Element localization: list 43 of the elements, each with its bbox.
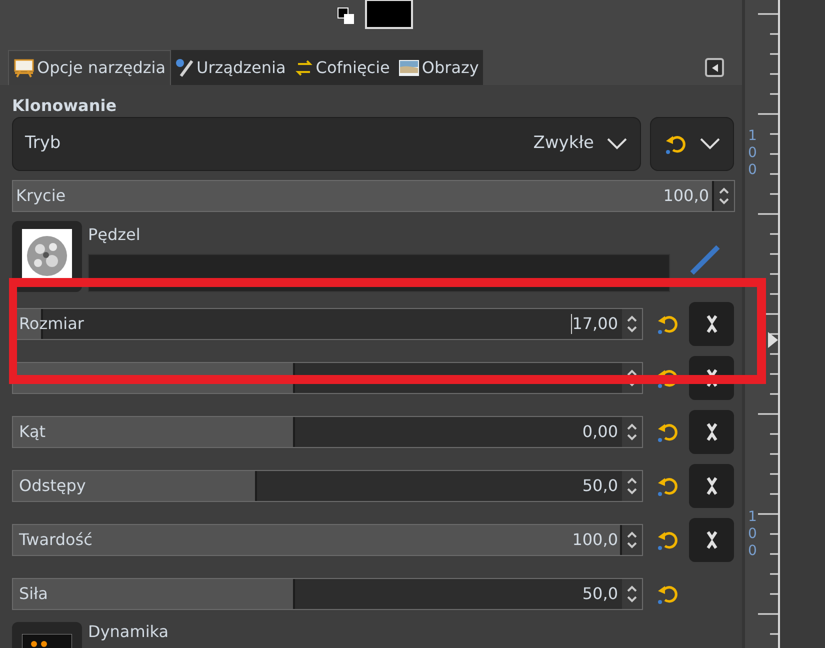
slider-label: Kąt [18, 421, 46, 443]
opacity-slider[interactable]: Krycie 100,0 [12, 180, 735, 212]
link-button[interactable] [689, 464, 734, 508]
slider-value: 17,00 [572, 313, 619, 335]
slider-value: 100,0 [663, 185, 710, 207]
dropdown-label: Tryb [25, 132, 61, 156]
stylus-icon [174, 58, 194, 78]
slider-label: Krycie [15, 185, 66, 207]
dropdown-value: Zwykłe [533, 132, 594, 156]
slider-value: 50,0 [582, 583, 619, 605]
slider-label: Odstępy [18, 475, 86, 497]
link-button[interactable] [689, 410, 734, 454]
slider-label: Siła [18, 583, 48, 605]
tab[interactable]: Cofnięcie [290, 50, 394, 85]
slider-field[interactable]: Siła 50,0 [12, 578, 643, 610]
panel-menu-button[interactable] [705, 58, 724, 77]
slider-field[interactable]: Kąt 0,00 [12, 416, 643, 448]
brush-label: Pędzel [88, 224, 142, 246]
tab[interactable]: Urządzenia [170, 50, 290, 85]
slider-label: Rozmiar [18, 313, 84, 335]
mode-dropdown[interactable]: Tryb Zwykłe [12, 117, 641, 171]
slider-field[interactable]: Twardość 100,0 [12, 524, 643, 556]
landscape-icon [398, 58, 420, 78]
slider-field[interactable]: Odstępy 50,0 [12, 470, 643, 502]
ruler-label: 100 [748, 128, 757, 179]
triangle-left-icon [710, 64, 718, 72]
ruler-label: 100 [748, 509, 757, 560]
tab[interactable]: Opcje narzędzia [8, 50, 170, 85]
slider-value: 100,0 [572, 529, 619, 551]
tab[interactable]: Obrazy [394, 50, 483, 85]
slider-value: 50,0 [582, 475, 619, 497]
chevron-down-icon [699, 137, 721, 151]
swap-arrows-icon [294, 58, 314, 78]
easel-icon [13, 58, 35, 78]
link-button[interactable] [689, 302, 734, 346]
tool-title: Klonowanie [12, 95, 118, 117]
reset-dropdown-button[interactable] [650, 117, 734, 171]
slider-label: Twardość [18, 529, 92, 551]
chevron-down-icon [606, 137, 628, 151]
dynamics-label: Dynamika [88, 622, 169, 642]
color-swatches-icon[interactable] [336, 0, 414, 30]
slider-value: 0,00 [582, 421, 619, 443]
link-button[interactable] [689, 518, 734, 562]
